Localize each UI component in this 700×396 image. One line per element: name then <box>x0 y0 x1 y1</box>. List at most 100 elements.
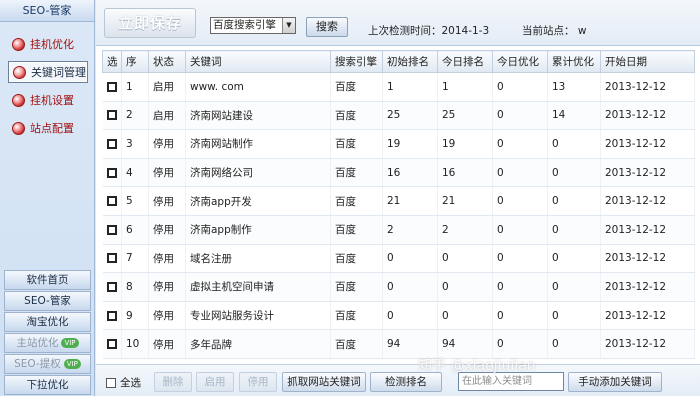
cell-today-rank: 21 <box>437 186 493 216</box>
search-button[interactable]: 搜索 <box>306 17 348 37</box>
link-seo-manager[interactable]: SEO-管家 <box>4 291 91 311</box>
cell-engine: 百度 <box>330 215 383 245</box>
link-dropdown-optimize[interactable]: 下拉优化 <box>4 375 91 395</box>
cell-today-opt: 0 <box>492 101 548 131</box>
cell-index: 3 <box>121 129 149 159</box>
checkbox-icon[interactable] <box>106 196 117 207</box>
checkbox-icon[interactable] <box>106 110 117 121</box>
fetch-keywords-button[interactable]: 抓取网站关键词 <box>282 372 366 392</box>
cell-today-opt: 0 <box>492 301 548 331</box>
sidebar-item-label: 站点配置 <box>30 122 74 135</box>
search-engine-value: 百度搜索引擎 <box>213 19 276 31</box>
cell-status[interactable]: 停用 <box>148 215 186 245</box>
table-row[interactable]: 9 停用 专业网站服务设计 百度 0 0 0 0 2013-12-12 <box>102 301 695 331</box>
col-total-opt[interactable]: 累计优化 <box>547 50 601 73</box>
bullet-icon <box>12 121 25 135</box>
cell-select[interactable] <box>102 329 122 359</box>
cell-select[interactable] <box>102 129 122 159</box>
cell-index: 9 <box>121 301 149 331</box>
link-taobao-optimize[interactable]: 淘宝优化 <box>4 312 91 332</box>
cell-select[interactable] <box>102 215 122 245</box>
col-today-rank[interactable]: 今日排名 <box>437 50 493 73</box>
col-status[interactable]: 状态 <box>148 50 186 73</box>
table-row[interactable]: 10 停用 多年品牌 百度 94 94 0 0 2013-12-12 <box>102 329 695 359</box>
cell-total-opt: 0 <box>547 272 601 302</box>
col-index[interactable]: 序 <box>121 50 149 73</box>
cell-total-opt: 0 <box>547 129 601 159</box>
checkbox-icon[interactable] <box>106 310 117 321</box>
table-row[interactable]: 5 停用 济南app开发 百度 21 21 0 0 2013-12-12 <box>102 186 695 216</box>
cell-status[interactable]: 停用 <box>148 129 186 159</box>
table-body: 1 启用 www. com 百度 1 1 0 13 2013-12-12 2 启用 济南网站建设 百度 2… <box>102 72 695 359</box>
cell-status[interactable]: 启用 <box>148 101 186 131</box>
col-start-date[interactable]: 开始日期 <box>600 50 695 73</box>
cell-start-date: 2013-12-12 <box>600 329 695 359</box>
col-today-opt[interactable]: 今日优化 <box>492 50 548 73</box>
sidebar-item-hang-settings[interactable]: 挂机设置 <box>8 89 88 111</box>
table-row[interactable]: 3 停用 济南网站制作 百度 19 19 0 0 2013-12-12 <box>102 129 695 159</box>
link-label: 主站优化 <box>16 337 59 349</box>
cell-select[interactable] <box>102 158 122 188</box>
checkbox-icon[interactable] <box>106 253 117 264</box>
sidebar-item-site-config[interactable]: 站点配置 <box>8 117 88 139</box>
cell-engine: 百度 <box>330 129 383 159</box>
table-row[interactable]: 4 停用 济南网络公司 百度 16 16 0 0 2013-12-12 <box>102 158 695 188</box>
cell-status[interactable]: 停用 <box>148 186 186 216</box>
sidebar-item-hang-optimize[interactable]: 挂机优化 <box>8 33 88 55</box>
cell-today-rank: 1 <box>437 72 493 102</box>
table-row[interactable]: 2 启用 济南网站建设 百度 25 25 0 14 2013-12-12 <box>102 101 695 131</box>
save-now-button[interactable]: 立即保存 <box>104 8 196 38</box>
cell-keyword: 济南网络公司 <box>185 158 331 188</box>
table-row[interactable]: 1 启用 www. com 百度 1 1 0 13 2013-12-12 <box>102 72 695 102</box>
checkbox-icon[interactable] <box>106 281 117 292</box>
cell-today-rank: 0 <box>437 301 493 331</box>
checkbox-icon[interactable] <box>106 138 117 149</box>
checkbox-icon[interactable] <box>106 167 117 178</box>
sidebar-item-keyword-manage[interactable]: 关键词管理 <box>8 61 88 83</box>
checkbox-icon[interactable] <box>106 224 117 235</box>
table-row[interactable]: 7 停用 域名注册 百度 0 0 0 0 2013-12-12 <box>102 244 695 274</box>
cell-total-opt: 0 <box>547 186 601 216</box>
link-software-home[interactable]: 软件首页 <box>4 270 91 290</box>
cell-select[interactable] <box>102 272 122 302</box>
select-all-checkbox[interactable]: 全选 <box>106 375 141 390</box>
checkbox-icon[interactable] <box>106 377 116 388</box>
cell-status[interactable]: 停用 <box>148 272 186 302</box>
keyword-input[interactable]: 在此输入关键词 <box>458 372 564 391</box>
delete-button[interactable]: 删除 <box>154 372 192 392</box>
cell-select[interactable] <box>102 301 122 331</box>
col-select[interactable]: 选 <box>102 50 122 73</box>
cell-start-date: 2013-12-12 <box>600 301 695 331</box>
cell-status[interactable]: 停用 <box>148 158 186 188</box>
col-keyword[interactable]: 关键词 <box>185 50 331 73</box>
chevron-down-icon[interactable]: ▼ <box>282 18 295 33</box>
cell-select[interactable] <box>102 186 122 216</box>
check-rank-button[interactable]: 检测排名 <box>370 372 442 392</box>
link-main-site-optimize[interactable]: 主站优化 VIP <box>4 333 91 353</box>
cell-initial-rank: 25 <box>382 101 438 131</box>
cell-status[interactable]: 停用 <box>148 244 186 274</box>
cell-initial-rank: 0 <box>382 244 438 274</box>
col-initial-rank[interactable]: 初始排名 <box>382 50 438 73</box>
cell-engine: 百度 <box>330 72 383 102</box>
sidebar: SEO-管家 挂机优化 关键词管理 挂机设置 站点配置 软件首页 SEO-管家 … <box>0 0 95 396</box>
enable-button[interactable]: 启用 <box>196 372 234 392</box>
cell-engine: 百度 <box>330 244 383 274</box>
col-engine[interactable]: 搜索引擎 <box>330 50 383 73</box>
cell-select[interactable] <box>102 101 122 131</box>
cell-status[interactable]: 启用 <box>148 72 186 102</box>
cell-status[interactable]: 停用 <box>148 301 186 331</box>
cell-select[interactable] <box>102 244 122 274</box>
table-row[interactable]: 8 停用 虚拟主机空间申请 百度 0 0 0 0 2013-12-12 <box>102 272 695 302</box>
disable-button[interactable]: 停用 <box>239 372 277 392</box>
manual-add-keyword-button[interactable]: 手动添加关键词 <box>568 372 662 392</box>
link-seo-boost[interactable]: SEO-提权 VIP <box>4 354 91 374</box>
search-engine-select[interactable]: 百度搜索引擎 ▼ <box>210 17 296 34</box>
cell-status[interactable]: 停用 <box>148 329 186 359</box>
cell-keyword: 济南网站建设 <box>185 101 331 131</box>
table-row[interactable]: 6 停用 济南app制作 百度 2 2 0 0 2013-12-12 <box>102 215 695 245</box>
sidebar-item-label: 关键词管理 <box>31 66 86 79</box>
checkbox-icon[interactable] <box>106 81 117 92</box>
cell-select[interactable] <box>102 72 122 102</box>
checkbox-icon[interactable] <box>106 339 117 350</box>
